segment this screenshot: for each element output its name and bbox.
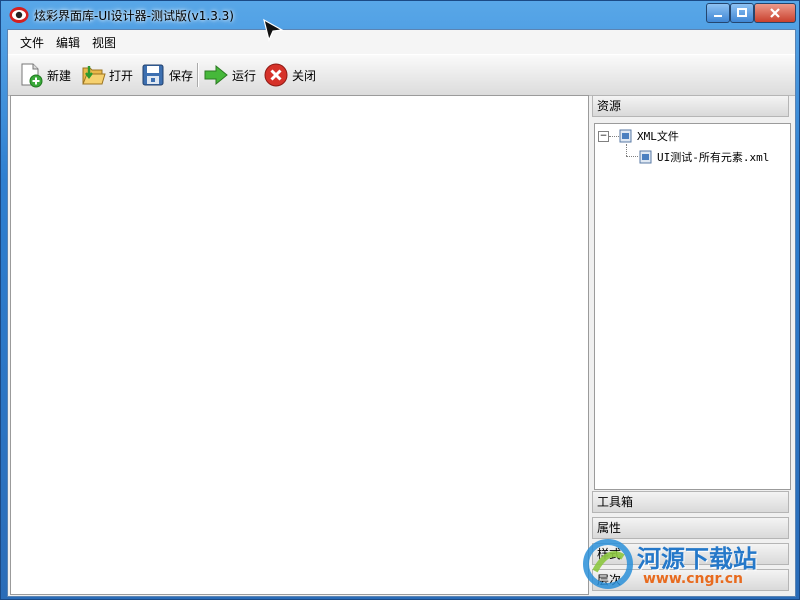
toolbar: 新建 打开 保存 运行 关闭 [8, 54, 795, 96]
menu-view[interactable]: 视图 [92, 34, 116, 51]
new-button[interactable]: 新建 [18, 61, 71, 89]
properties-panel-header[interactable]: 属性 [592, 517, 789, 539]
close-window-button[interactable] [754, 3, 796, 23]
resources-panel-header[interactable]: 资源 [592, 95, 789, 117]
tree-connector-vertical [626, 144, 627, 156]
tree-connector [609, 136, 619, 137]
save-label: 保存 [169, 68, 194, 83]
mouse-cursor-icon [263, 18, 284, 42]
collapse-toggle[interactable]: − [598, 131, 609, 142]
tree-child-label: UI测试-所有元素.xml [657, 151, 770, 164]
style-panel-header[interactable]: 样式 [592, 543, 789, 565]
minimize-icon [714, 15, 722, 17]
open-button[interactable]: 打开 [80, 61, 133, 89]
resource-tree[interactable]: − XML文件 UI测试-所有元素.xml [594, 123, 791, 490]
eye-logo-icon [9, 7, 29, 23]
tree-root-label: XML文件 [637, 130, 679, 143]
title-bar[interactable]: 炫彩界面库-UI设计器-测试版(v1.3.3) [1, 1, 800, 29]
floppy-disk-icon [142, 64, 164, 86]
client-area: 文件 编辑 视图 新建 打开 保存 运行 关闭 资源 − XML文件 UI测试-… [7, 29, 796, 597]
toolbar-separator [197, 63, 199, 87]
design-canvas[interactable] [10, 95, 589, 595]
toolbox-panel-header[interactable]: 工具箱 [592, 491, 789, 513]
tree-item-child[interactable]: UI测试-所有元素.xml [639, 149, 769, 165]
close-icon [770, 8, 780, 18]
close-doc-button[interactable]: 关闭 [263, 61, 316, 89]
xml-file-icon [639, 150, 652, 164]
right-sidebar: 资源 − XML文件 UI测试-所有元素.xml 工具箱 属性 样式 层次 [592, 95, 792, 593]
minimize-button[interactable] [706, 3, 730, 23]
app-window: 炫彩界面库-UI设计器-测试版(v1.3.3) 文件 编辑 视图 新建 打开 保… [0, 0, 800, 600]
new-label: 新建 [47, 68, 72, 83]
menu-bar: 文件 编辑 视图 [8, 30, 795, 54]
save-button[interactable]: 保存 [140, 61, 193, 89]
maximize-button[interactable] [730, 3, 754, 23]
maximize-icon [737, 8, 747, 17]
layers-panel-header[interactable]: 层次 [592, 569, 789, 591]
close-label: 关闭 [292, 68, 317, 83]
run-arrow-icon [204, 64, 228, 86]
menu-file[interactable]: 文件 [20, 34, 44, 51]
close-circle-icon [264, 63, 288, 87]
tree-connector-child [626, 156, 638, 157]
run-button[interactable]: 运行 [203, 61, 256, 89]
run-label: 运行 [232, 68, 257, 83]
new-file-icon [21, 63, 43, 88]
xml-file-icon [619, 129, 632, 143]
open-label: 打开 [109, 68, 134, 83]
window-title: 炫彩界面库-UI设计器-测试版(v1.3.3) [34, 9, 234, 23]
open-folder-icon [82, 66, 106, 85]
tree-item-root[interactable]: XML文件 [619, 128, 679, 144]
menu-edit[interactable]: 编辑 [56, 34, 80, 51]
